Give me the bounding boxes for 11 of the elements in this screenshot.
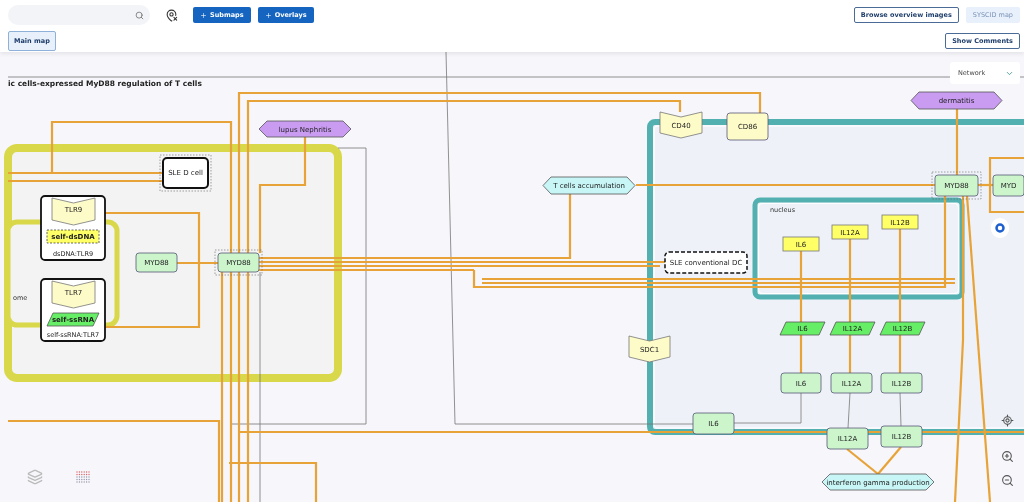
search-field[interactable] [8,5,150,25]
reaction-line [846,448,879,475]
plus-icon [200,11,207,19]
reaction-line [877,446,902,475]
map-pin-icon[interactable] [165,8,178,22]
reaction-line [955,109,959,175]
search-icon[interactable] [135,10,144,20]
connector-line [733,392,802,424]
plus-icon [264,11,272,19]
connector-line [899,392,902,427]
connector-line [847,392,851,429]
